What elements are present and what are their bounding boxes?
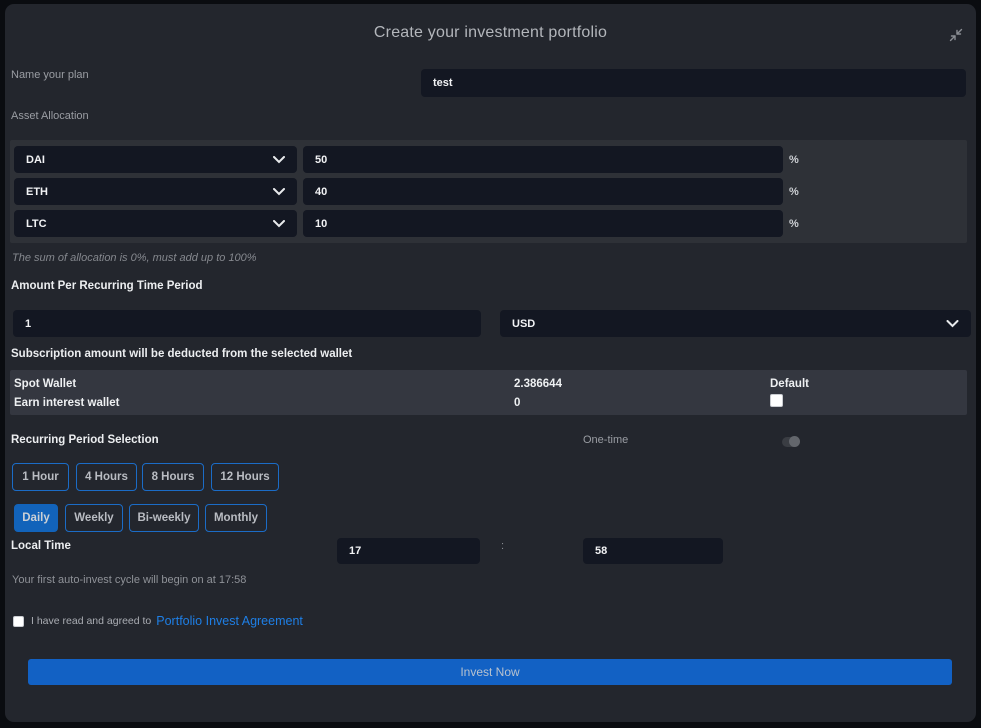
default-wallet-checkbox[interactable] [770, 394, 783, 407]
asset-allocation-label: Asset Allocation [11, 110, 89, 122]
agreement-text: I have read and agreed to [31, 615, 151, 627]
local-time-minute-input[interactable] [583, 538, 723, 564]
chevron-down-icon [273, 215, 285, 233]
allocation-percent-input[interactable] [303, 210, 783, 237]
percent-unit: % [789, 186, 799, 198]
wallet-deduct-label: Subscription amount will be deducted fro… [11, 348, 352, 360]
chevron-down-icon [273, 151, 285, 169]
interval-button-1-hour[interactable]: 1 Hour [12, 463, 69, 491]
interval-button-12-hours[interactable]: 12 Hours [211, 463, 279, 491]
period-button-weekly[interactable]: Weekly [65, 504, 123, 532]
percent-unit: % [789, 218, 799, 230]
agreement-link[interactable]: Portfolio Invest Agreement [156, 614, 303, 628]
wallet-balance: 0 [514, 397, 770, 409]
create-portfolio-dialog: Create your investment portfolio Name yo… [5, 4, 976, 722]
local-time-label: Local Time [11, 540, 71, 552]
one-time-label: One-time [583, 434, 628, 446]
allocation-row: DAI % [14, 146, 963, 173]
recurring-period-label: Recurring Period Selection [11, 434, 159, 446]
wallet-balance: 2.386644 [514, 378, 770, 390]
plan-name-label: Name your plan [11, 69, 89, 81]
asset-allocation-panel: DAI % ETH % LTC % [10, 140, 967, 243]
allocation-row: ETH % [14, 178, 963, 205]
agreement-row: I have read and agreed to Portfolio Inve… [13, 614, 303, 628]
local-time-hour-input[interactable] [337, 538, 480, 564]
allocation-row: LTC % [14, 210, 963, 237]
one-time-toggle[interactable] [782, 437, 800, 447]
asset-select-eth[interactable]: ETH [14, 178, 297, 205]
amount-label: Amount Per Recurring Time Period [11, 280, 203, 292]
wallet-row-earn[interactable]: Earn interest wallet 0 [14, 393, 967, 412]
time-separator: : [501, 540, 504, 552]
chevron-down-icon [946, 315, 959, 333]
agreement-checkbox[interactable] [13, 616, 24, 627]
asset-select-value: ETH [26, 186, 48, 198]
plan-name-input[interactable] [421, 69, 966, 97]
asset-select-value: LTC [26, 218, 47, 230]
wallet-default-header: Default [770, 378, 967, 390]
currency-select-value: USD [512, 318, 535, 330]
period-button-monthly[interactable]: Monthly [205, 504, 267, 532]
wallet-table: Spot Wallet 2.386644 Default Earn intere… [10, 370, 967, 415]
invest-now-button[interactable]: Invest Now [28, 659, 952, 685]
dialog-title: Create your investment portfolio [5, 24, 976, 42]
amount-input[interactable] [13, 310, 481, 337]
allocation-percent-input[interactable] [303, 146, 783, 173]
first-cycle-note: Your first auto-invest cycle will begin … [12, 574, 246, 586]
period-button-daily[interactable]: Daily [14, 504, 58, 532]
asset-select-ltc[interactable]: LTC [14, 210, 297, 237]
allocation-percent-input[interactable] [303, 178, 783, 205]
percent-unit: % [789, 154, 799, 166]
chevron-down-icon [273, 183, 285, 201]
wallet-row-spot[interactable]: Spot Wallet 2.386644 Default [14, 374, 967, 393]
allocation-sum-note: The sum of allocation is 0%, must add up… [12, 252, 257, 264]
period-button-bi-weekly[interactable]: Bi-weekly [129, 504, 199, 532]
wallet-name: Earn interest wallet [14, 397, 514, 409]
asset-select-value: DAI [26, 154, 45, 166]
asset-select-dai[interactable]: DAI [14, 146, 297, 173]
toggle-knob [789, 436, 800, 447]
interval-button-8-hours[interactable]: 8 Hours [142, 463, 204, 491]
wallet-name: Spot Wallet [14, 378, 514, 390]
collapse-icon[interactable] [949, 28, 963, 42]
currency-select[interactable]: USD [500, 310, 971, 337]
interval-button-4-hours[interactable]: 4 Hours [76, 463, 137, 491]
